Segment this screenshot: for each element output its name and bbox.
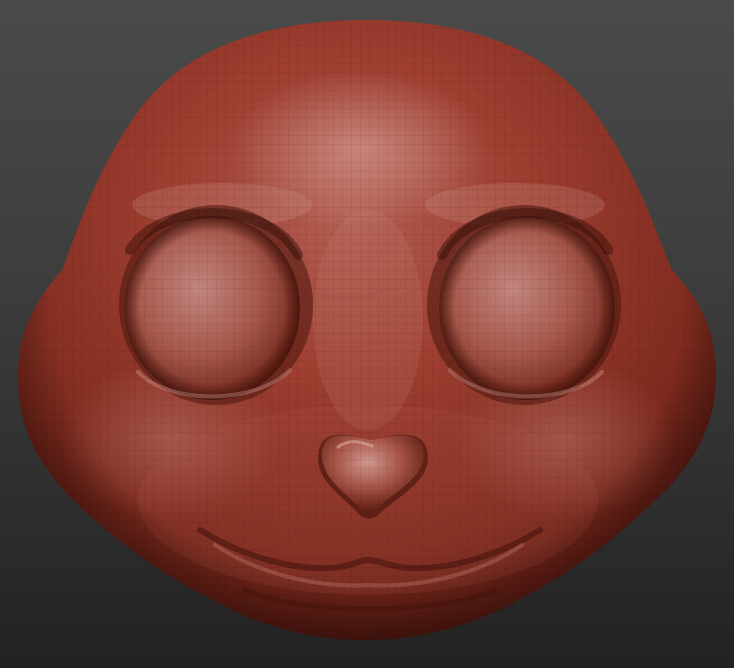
3d-viewport[interactable] — [0, 0, 734, 668]
sculpt-render — [18, 20, 716, 640]
